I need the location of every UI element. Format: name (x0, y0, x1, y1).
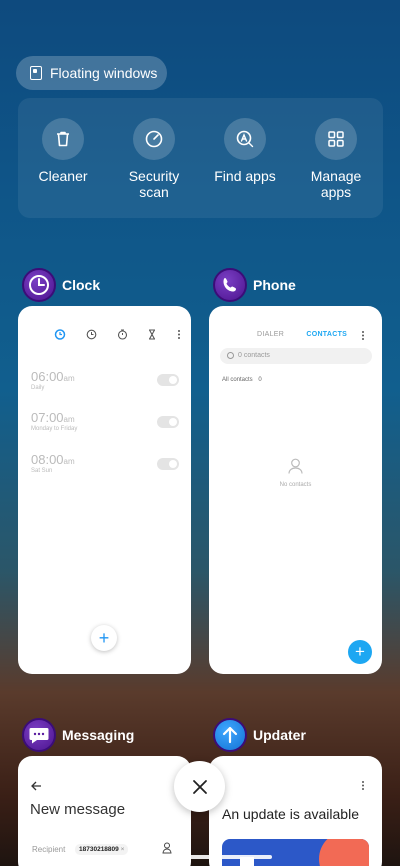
phone-tabs: DIALER CONTACTS (257, 331, 367, 338)
more-options-icon[interactable] (177, 329, 181, 340)
find-apps-label: Find apps (214, 168, 276, 184)
update-banner-graphic (222, 839, 369, 866)
updater-app-title: Updater (253, 727, 306, 743)
update-available-heading: An update is available (222, 806, 359, 822)
phone-app-card[interactable]: DIALER CONTACTS 0 contacts All contacts … (209, 306, 382, 674)
app-search-icon (224, 118, 266, 160)
more-options-icon[interactable] (361, 330, 365, 341)
more-options-icon[interactable] (361, 780, 365, 791)
alarm-repeat: Daily (31, 385, 45, 391)
contacts-group-filter[interactable]: All contacts 0 (222, 377, 262, 383)
message-icon (22, 718, 56, 752)
clock-icon (22, 268, 56, 302)
alarm-repeat: Sat Sun (31, 468, 53, 474)
back-arrow-icon[interactable] (31, 781, 42, 791)
new-message-heading: New message (30, 801, 126, 818)
updater-app-header[interactable]: Updater (213, 718, 306, 752)
alarm-time: 08:00 (31, 452, 64, 467)
floating-window-icon (30, 66, 42, 80)
quick-tools-panel: Cleaner Security scan Find apps Manage a… (18, 98, 383, 218)
alarm-ampm: am (63, 374, 75, 383)
recipient-label: Recipient (32, 845, 66, 854)
clock-app-title: Clock (62, 277, 101, 293)
contact-picker-icon[interactable] (162, 842, 172, 854)
world-clock-icon[interactable] (86, 329, 97, 340)
close-icon (192, 779, 207, 794)
trash-icon (42, 118, 84, 160)
recipient-chip[interactable]: 18730218809 × (75, 844, 129, 855)
security-scan-button[interactable]: Security scan (109, 118, 199, 200)
grid-icon (315, 118, 357, 160)
remove-recipient-icon[interactable]: × (121, 846, 125, 853)
tab-dialer[interactable]: DIALER (257, 331, 284, 338)
timer-icon[interactable] (147, 328, 157, 340)
alarm-ampm: am (63, 415, 75, 424)
phone-icon (213, 268, 247, 302)
clear-all-button[interactable] (174, 761, 225, 812)
phone-app-header[interactable]: Phone (213, 268, 296, 302)
clock-tabs (54, 328, 181, 340)
find-apps-button[interactable]: Find apps (200, 118, 290, 184)
add-alarm-button[interactable]: + (91, 625, 117, 651)
empty-contacts-text: No contacts (279, 482, 312, 488)
home-indicator[interactable] (128, 855, 272, 859)
cleaner-label: Cleaner (38, 168, 88, 184)
messaging-app-header[interactable]: Messaging (22, 718, 134, 752)
contacts-group-count: 0 (258, 377, 262, 383)
messaging-app-title: Messaging (62, 727, 135, 743)
contacts-search-input[interactable]: 0 contacts (220, 348, 372, 364)
alarm-icon[interactable] (54, 328, 66, 340)
contacts-group-label: All contacts (222, 377, 253, 383)
manage-apps-button[interactable]: Manage apps (291, 118, 381, 200)
add-contact-button[interactable]: + (348, 640, 372, 664)
recipient-value: 18730218809 (79, 846, 119, 853)
alarm-time: 06:00 (31, 369, 64, 384)
alarm-ampm: am (63, 457, 75, 466)
person-icon (288, 458, 303, 474)
phone-app-title: Phone (253, 277, 296, 293)
floating-windows-label: Floating windows (50, 65, 158, 81)
tab-contacts[interactable]: CONTACTS (306, 331, 347, 338)
alarm-toggle[interactable] (157, 374, 179, 386)
manage-apps-label: Manage apps (310, 168, 362, 200)
alarm-time: 07:00 (31, 410, 64, 425)
clock-app-header[interactable]: Clock (22, 268, 100, 302)
shield-gauge-icon (133, 118, 175, 160)
alarm-repeat: Monday to Friday (31, 426, 78, 432)
alarm-item[interactable]: 08:00am Sat Sun (31, 452, 75, 474)
alarm-item[interactable]: 07:00am Monday to Friday (31, 410, 77, 432)
alarm-toggle[interactable] (157, 416, 179, 428)
cleaner-button[interactable]: Cleaner (18, 118, 108, 184)
clock-app-card[interactable]: 06:00am Daily 07:00am Monday to Friday 0… (18, 306, 191, 674)
alarm-item[interactable]: 06:00am Daily (31, 369, 75, 391)
update-arrow-icon (213, 718, 247, 752)
floating-windows-button[interactable]: Floating windows (16, 56, 167, 90)
updater-app-card[interactable]: An update is available (209, 756, 382, 866)
security-scan-label: Security scan (128, 168, 180, 200)
stopwatch-icon[interactable] (117, 329, 128, 340)
messaging-app-card[interactable]: New message Recipient 18730218809 × (18, 756, 191, 866)
alarm-toggle[interactable] (157, 458, 179, 470)
